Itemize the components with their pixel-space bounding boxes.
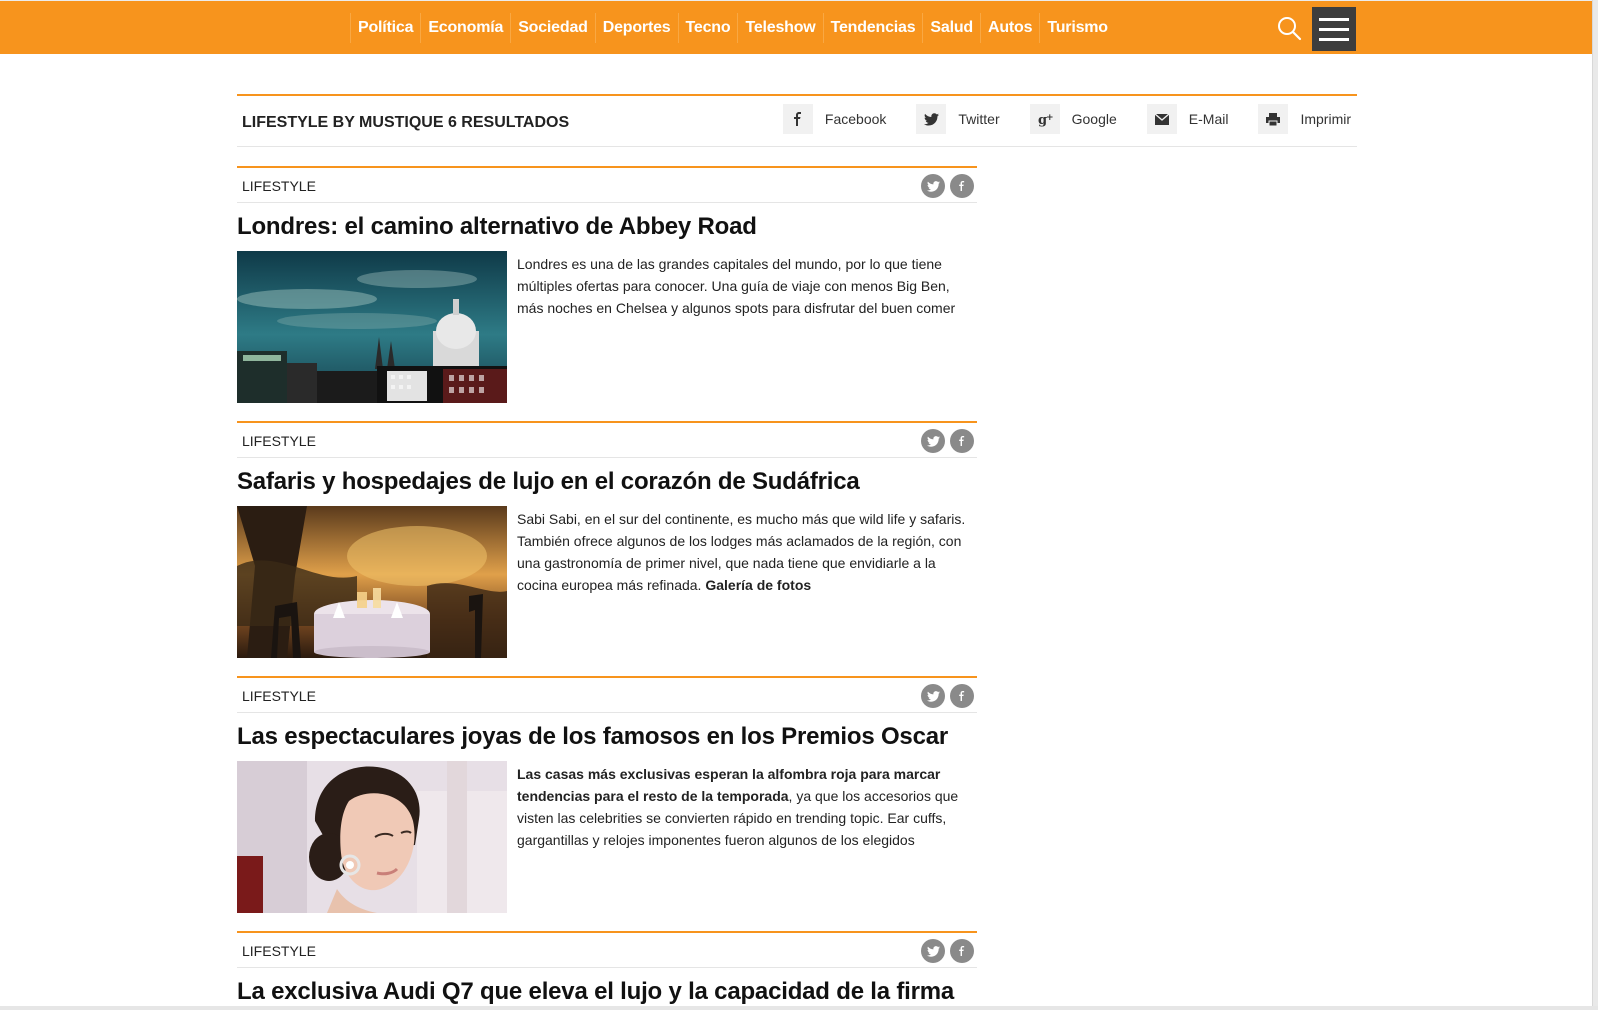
article-title[interactable]: Safaris y hospedajes de lujo en el coraz…	[237, 468, 977, 496]
article-category-bar: LIFESTYLE	[237, 931, 977, 968]
twitter-icon	[916, 104, 947, 134]
article-category[interactable]: LIFESTYLE	[242, 178, 316, 194]
bottom-edge	[0, 1006, 1598, 1010]
twitter-icon[interactable]	[921, 174, 945, 198]
email-icon	[1146, 104, 1177, 134]
article-body: Las casas más exclusivas esperan la alfo…	[237, 761, 977, 913]
article-summary-text: Londres es una de las grandes capitales …	[517, 256, 956, 316]
article-category-bar: LIFESTYLE	[237, 166, 977, 203]
main-nav: Política Economía Sociedad Deportes Tecn…	[350, 13, 1115, 43]
nav-item-salud[interactable]: Salud	[922, 13, 980, 43]
article-card: LIFESTYLE Las espectaculares joyas de lo…	[237, 676, 977, 913]
share-print-button[interactable]: Imprimir	[1258, 104, 1351, 134]
nav-item-autos[interactable]: Autos	[980, 13, 1039, 43]
facebook-icon[interactable]	[950, 429, 974, 453]
share-bar: Facebook Twitter g + Google E-Mail Imprim…	[753, 104, 1351, 134]
facebook-icon	[782, 104, 813, 134]
nav-item-deportes[interactable]: Deportes	[594, 13, 678, 43]
article-summary: Las casas más exclusivas esperan la alfo…	[517, 763, 979, 851]
article-body: Londres es una de las grandes capitales …	[237, 251, 977, 403]
scrollbar[interactable]	[1592, 0, 1598, 1010]
article-title[interactable]: Londres: el camino alternativo de Abbey …	[237, 213, 977, 241]
share-email-label: E-Mail	[1188, 111, 1229, 127]
print-icon	[1258, 104, 1289, 134]
article-card: LIFESTYLE Londres: el camino alternativo…	[237, 166, 977, 403]
article-category-bar: LIFESTYLE	[237, 676, 977, 713]
gallery-link[interactable]: Galería de fotos	[705, 577, 811, 593]
google-plus-icon: g +	[1029, 104, 1060, 134]
share-print-label: Imprimir	[1300, 111, 1351, 127]
share-email-button[interactable]: E-Mail	[1146, 104, 1229, 134]
svg-text:+: +	[1046, 113, 1053, 123]
section-title: LIFESTYLE BY MUSTIQUE 6 RESULTADOS	[242, 114, 570, 131]
article-thumbnail-safari[interactable]	[237, 506, 507, 658]
facebook-icon[interactable]	[950, 174, 974, 198]
article-title[interactable]: Las espectaculares joyas de los famosos …	[237, 723, 977, 751]
article-thumbnail-oscar[interactable]	[237, 761, 507, 913]
share-facebook-button[interactable]: Facebook	[782, 104, 887, 134]
article-card: LIFESTYLE Safaris y hospedajes de lujo e…	[237, 421, 977, 658]
share-google-label: Google	[1071, 111, 1117, 127]
nav-item-politica[interactable]: Política	[350, 13, 420, 43]
facebook-icon[interactable]	[950, 684, 974, 708]
share-facebook-label: Facebook	[824, 111, 887, 127]
hamburger-menu-icon[interactable]	[1312, 7, 1356, 51]
article-title[interactable]: La exclusiva Audi Q7 que eleva el lujo y…	[237, 978, 977, 1006]
article-card: LIFESTYLE La exclusiva Audi Q7 que eleva…	[237, 931, 977, 1006]
article-summary: Sabi Sabi, en el sur del continente, es …	[517, 508, 979, 596]
article-category[interactable]: LIFESTYLE	[242, 433, 316, 449]
nav-item-economia[interactable]: Economía	[420, 13, 510, 43]
article-category[interactable]: LIFESTYLE	[242, 943, 316, 959]
nav-item-teleshow[interactable]: Teleshow	[737, 13, 822, 43]
article-summary: Londres es una de las grandes capitales …	[517, 253, 979, 319]
share-twitter-label: Twitter	[958, 111, 1000, 127]
search-icon[interactable]	[1276, 15, 1302, 41]
share-google-button[interactable]: g + Google	[1029, 104, 1117, 134]
top-navigation-bar: Política Economía Sociedad Deportes Tecn…	[0, 0, 1598, 54]
facebook-icon[interactable]	[950, 939, 974, 963]
share-twitter-button[interactable]: Twitter	[916, 104, 1000, 134]
nav-item-sociedad[interactable]: Sociedad	[510, 13, 595, 43]
article-thumbnail-london[interactable]	[237, 251, 507, 403]
nav-item-tendencias[interactable]: Tendencias	[822, 13, 923, 43]
nav-item-tecno[interactable]: Tecno	[677, 13, 738, 43]
article-body: Sabi Sabi, en el sur del continente, es …	[237, 506, 977, 658]
twitter-icon[interactable]	[921, 429, 945, 453]
twitter-icon[interactable]	[921, 939, 945, 963]
article-category[interactable]: LIFESTYLE	[242, 688, 316, 704]
article-category-bar: LIFESTYLE	[237, 421, 977, 458]
section-header: LIFESTYLE BY MUSTIQUE 6 RESULTADOS Faceb…	[237, 94, 1357, 147]
twitter-icon[interactable]	[921, 684, 945, 708]
nav-item-turismo[interactable]: Turismo	[1039, 13, 1115, 43]
